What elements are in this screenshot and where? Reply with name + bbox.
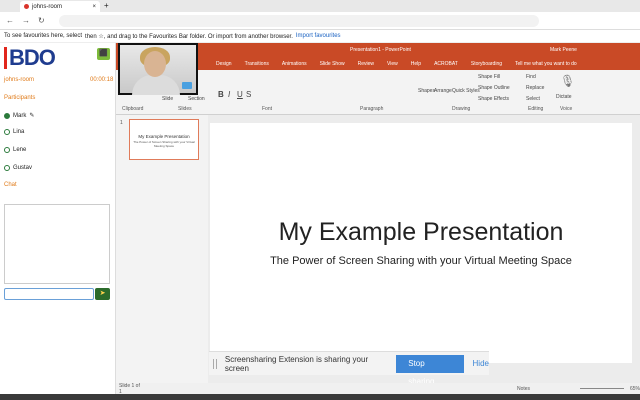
import-favourites-link[interactable]: Import favourites: [296, 33, 341, 39]
tab-bar: johns-room × +: [0, 0, 640, 12]
tab-design[interactable]: Design: [216, 61, 232, 67]
status-bar: Slide 1 of 1 Notes 65%: [116, 382, 640, 395]
shape-fill-button[interactable]: Shape Fill: [478, 74, 500, 80]
hide-button[interactable]: Hide: [473, 359, 489, 368]
slide-count: Slide 1 of 1: [119, 382, 140, 395]
taskbar: [0, 394, 640, 400]
fav-text: To see favourites here, select: [4, 33, 83, 39]
room-name: johns-room: [4, 77, 35, 83]
participant-item[interactable]: Gustav: [4, 165, 32, 171]
group-slides: Slides: [178, 106, 192, 112]
share-notice-text: Screensharing Extension is sharing your …: [224, 354, 369, 373]
microphone-icon: 🎙: [560, 74, 576, 88]
participants-heading: Participants: [4, 95, 36, 101]
webcam-video: [118, 43, 198, 95]
participant-name: Gustav: [13, 165, 33, 171]
close-icon[interactable]: ×: [92, 4, 96, 10]
shape-effects-button[interactable]: Shape Effects: [478, 96, 509, 102]
slide-title[interactable]: My Example Presentation: [210, 218, 632, 247]
zoom-level: 65%: [629, 385, 640, 392]
chat-input[interactable]: [4, 288, 94, 300]
browser-tab[interactable]: johns-room ×: [20, 1, 100, 12]
strikethrough-button[interactable]: S: [246, 90, 251, 99]
participant-item[interactable]: Lina: [4, 129, 24, 135]
back-icon[interactable]: ←: [6, 16, 14, 25]
slide-thumbnail[interactable]: My Example Presentation The Power of Scr…: [129, 119, 199, 160]
tab-help[interactable]: Help: [411, 61, 421, 67]
notes-button[interactable]: Notes: [517, 386, 530, 392]
screen-share-notice: Screensharing Extension is sharing your …: [209, 351, 489, 386]
chat-log: [4, 204, 110, 284]
group-font: Font: [262, 106, 273, 112]
select-button[interactable]: Select: [526, 96, 540, 102]
recording-icon: [24, 4, 29, 9]
tab-slide-show[interactable]: Slide Show: [320, 61, 345, 67]
tab-storyboarding[interactable]: Storyboarding: [471, 61, 502, 67]
slide-number: 1: [120, 120, 123, 126]
tab-transitions[interactable]: Transitions: [245, 61, 269, 67]
tab-acrobat[interactable]: ACROBAT: [434, 61, 458, 67]
new-tab-button[interactable]: +: [104, 1, 109, 10]
bold-button[interactable]: B: [218, 90, 224, 99]
ppt-title: Presentation1 - PowerPoint: [350, 47, 411, 53]
tab-animations[interactable]: Animations: [282, 61, 307, 67]
section-button[interactable]: Section: [188, 96, 205, 102]
thumb-subtitle: The Power of Screen Sharing with your Vi…: [133, 140, 195, 148]
group-editing: Editing: [528, 106, 544, 112]
forward-icon[interactable]: →: [22, 16, 30, 25]
slide[interactable]: My Example Presentation The Power of Scr…: [210, 123, 632, 363]
group-paragraph: Paragraph: [360, 106, 384, 112]
bdo-logo: BDO: [4, 47, 56, 69]
status-icon: [4, 129, 10, 135]
replace-button[interactable]: Replace: [526, 85, 544, 91]
status-icon: [4, 165, 10, 171]
participant-name: Mark: [13, 112, 27, 119]
group-clipboard: Clipboard: [122, 106, 144, 112]
participant-item[interactable]: Lene: [4, 147, 26, 153]
tell-me-search[interactable]: Tell me what you want to do: [515, 61, 577, 67]
tab-title: johns-room: [32, 3, 63, 10]
group-drawing: Drawing: [452, 106, 471, 112]
shape-outline-button[interactable]: Shape Outline: [478, 85, 510, 91]
dictate-button[interactable]: Dictate: [556, 94, 572, 100]
favourites-bar: To see favourites here, select then ☆, a…: [0, 30, 640, 43]
chat-heading: Chat: [4, 182, 17, 188]
status-icon: [4, 112, 10, 119]
quick-styles-button[interactable]: Quick Styles: [452, 88, 480, 94]
status-icon: [4, 147, 10, 153]
reload-icon[interactable]: ↻: [38, 16, 45, 25]
user-name: Mark Peene: [550, 47, 577, 53]
shapes-button[interactable]: Shapes: [418, 88, 435, 94]
participant-item[interactable]: Mark ✎: [4, 112, 34, 119]
arrange-button[interactable]: Arrange: [434, 88, 452, 94]
meeting-timer: 00:00:18: [90, 77, 114, 83]
thumb-title: My Example Presentation: [138, 134, 190, 139]
address-bar: ← → ↻: [0, 12, 640, 30]
tab-review[interactable]: Review: [358, 61, 374, 67]
new-slide-button[interactable]: Slide: [162, 96, 173, 102]
group-voice: Voice: [560, 106, 573, 112]
fav-text-2: then ☆, and drag to the Favourites Bar f…: [85, 33, 293, 40]
stop-sharing-button[interactable]: Stop sharing: [396, 354, 464, 386]
send-button[interactable]: ➤: [95, 288, 110, 300]
zoom-slider[interactable]: [580, 388, 624, 389]
edit-icon: ✎: [29, 113, 35, 119]
share-screen-button[interactable]: ⬛: [97, 48, 110, 60]
tab-view[interactable]: View: [387, 61, 398, 67]
url-input[interactable]: [58, 14, 539, 27]
underline-button[interactable]: U: [237, 90, 243, 99]
slide-subtitle[interactable]: The Power of Screen Sharing with your Vi…: [210, 255, 632, 267]
participant-name: Lina: [13, 129, 25, 135]
camera-icon: [182, 82, 192, 89]
find-button[interactable]: Find: [526, 74, 536, 80]
drag-handle[interactable]: [213, 358, 217, 369]
italic-button[interactable]: I: [228, 90, 230, 99]
participant-name: Lene: [13, 147, 27, 153]
